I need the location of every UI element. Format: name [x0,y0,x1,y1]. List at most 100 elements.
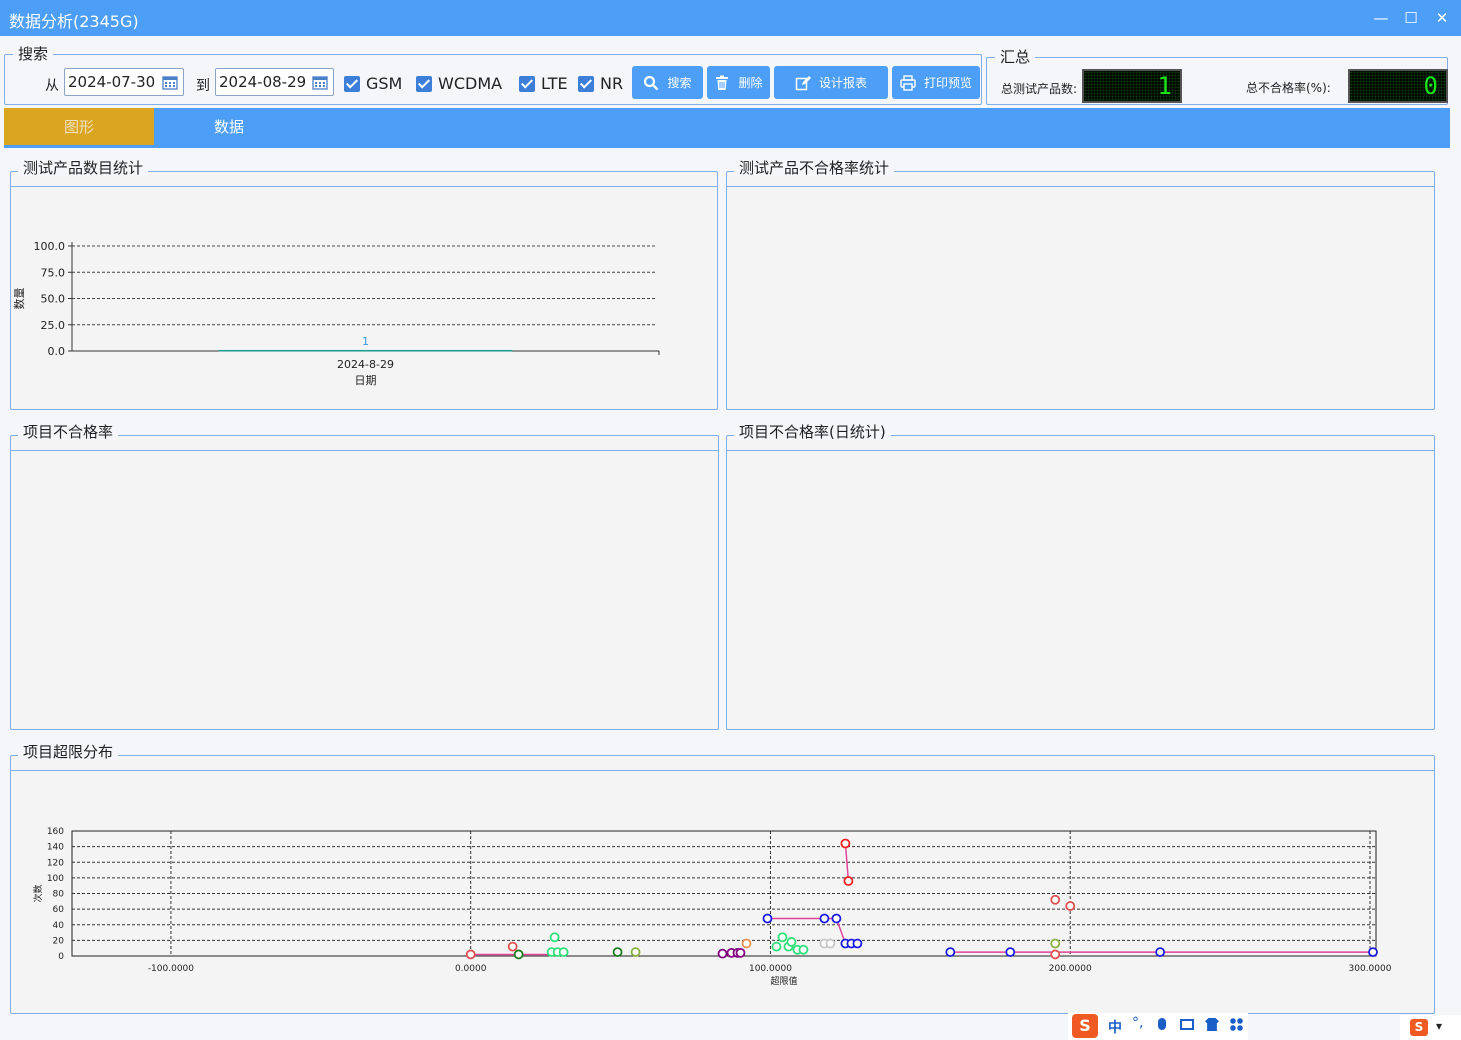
print-preview-button-label: 打印预览 [923,76,972,90]
sogou-logo-icon[interactable]: S [1072,1014,1098,1038]
window-title: 数据分析(2345G) [9,12,139,31]
checkbox-lte[interactable]: LTE [519,74,568,93]
calendar-icon[interactable] [162,74,178,90]
design-report-button-label: 设计报表 [818,76,867,90]
x-axis-label: 日期 [355,374,377,387]
keyboard-icon[interactable] [1180,1019,1194,1030]
design-report-button[interactable]: 设计报表 [774,66,888,99]
scatter-point [762,913,773,924]
delete-button[interactable]: 删除 [707,66,770,99]
sogou-tray-icon[interactable]: S [1410,1019,1428,1036]
overlimit-chart: 0 20 40 60 80 100 120 140 160 -100.0000 0.0000 100.… [32,827,1392,987]
delete-button-label: 删除 [738,76,763,90]
total-products-label: 总测试产品数: [1001,82,1078,96]
y-tick-label: 0.0 [48,345,66,358]
skin-icon[interactable] [1205,1018,1219,1031]
scatter-point [831,913,842,924]
x-tick-label: -100.0000 [148,964,194,974]
total-products-display: 1 [1082,69,1182,103]
fail-rate-frame [726,171,1435,410]
fail-rate-title: 测试产品不合格率统计 [734,160,895,176]
ime-toolbar: S 中 °, [1068,1013,1248,1040]
y-axis-label: 次数 [32,884,44,902]
tray-chevron-icon[interactable]: ▾ [1436,1019,1442,1033]
checkbox-checked-icon [416,75,432,92]
maximize-button[interactable]: ☐ [1399,6,1423,30]
scatter-point [843,876,854,886]
checkbox-label: WCDMA [438,74,503,93]
punctuation-icon[interactable]: °, [1132,1015,1143,1031]
scatter-point [1065,901,1076,911]
toolbox-icon[interactable] [1230,1018,1243,1031]
total-products-value: 1 [1157,72,1172,100]
item-fail-frame [10,435,719,730]
y-axis-label: 数量 [13,288,26,310]
to-date-picker[interactable]: 2024-08-29 [215,68,334,96]
x-tick-label: 2024-8-29 [337,358,394,371]
checkbox-wcdma[interactable]: WCDMA [416,74,502,93]
search-icon [644,75,659,90]
scatter-point [771,941,782,952]
y-tick-label: 60 [53,905,65,915]
scatter-point [465,949,476,960]
chinese-mode-icon[interactable]: 中 [1108,1017,1122,1037]
scatter-point [798,944,809,955]
checkbox-checked-icon [519,75,535,92]
total-fail-rate-label: 总不合格率(%): [1246,81,1331,95]
checkbox-nr[interactable]: NR [578,74,623,93]
minimize-button[interactable]: — [1369,6,1393,30]
product-count-frame: 0.0 25.0 50.0 75.0 100.0 1 2024-8-29 日期 数量 [10,171,718,410]
x-tick-label: 100.0000 [749,964,792,974]
scatter-point [612,947,623,957]
scatter-point [1155,947,1166,957]
trash-icon [716,75,729,90]
tab-graph[interactable]: 图形 [4,108,154,145]
product-count-title: 测试产品数目统计 [18,160,149,176]
summary-legend: 汇总 [1000,48,1031,66]
scatter-point [549,932,560,943]
scatter-point [1368,947,1378,957]
y-tick-label: 80 [53,890,65,900]
y-tick-label: 75.0 [41,266,66,279]
y-tick-label: 160 [47,827,64,837]
y-tick-label: 100.0 [34,240,66,253]
microphone-icon[interactable] [1158,1018,1166,1030]
close-button[interactable]: ✕ [1430,6,1454,30]
from-date-picker[interactable]: 2024-07-30 [64,68,184,96]
scatter-point [1050,894,1061,905]
title-bar: 数据分析(2345G) — ☐ ✕ [0,0,1461,36]
item-fail-daily-frame [726,435,1435,730]
scatter-point [840,838,851,849]
scatter-point [1050,949,1061,960]
y-tick-label: 25.0 [41,319,66,332]
y-tick-label: 140 [47,843,64,853]
scatter-point [513,949,524,960]
bar-data-label: 1 [362,335,369,348]
total-fail-rate-display: 0 [1348,69,1448,103]
scatter-point [945,947,956,957]
checkbox-checked-icon [344,75,360,92]
checkbox-label: GSM [366,74,403,93]
overlimit-frame: 0 20 40 60 80 100 120 140 160 -100.0000 0.0000 100.… [10,755,1435,1014]
tab-data[interactable]: 数据 [154,108,304,145]
checkbox-label: LTE [541,74,568,93]
printer-icon [900,74,916,91]
scatter-point [735,947,746,958]
print-preview-button[interactable]: 打印预览 [892,66,980,99]
scatter-point [819,913,830,924]
calendar-icon[interactable] [312,74,328,90]
scatter-point [786,937,797,947]
scatter-point [777,932,788,943]
x-axis-label: 超限值 [770,975,797,987]
scatter-point [741,938,752,949]
overlimit-title: 项目超限分布 [18,744,119,760]
x-tick-label: 200.0000 [1049,964,1092,974]
search-button[interactable]: 搜索 [632,66,703,99]
view-tab-bar: 图形 数据 [4,108,1450,148]
checkbox-gsm[interactable]: GSM [344,74,402,93]
checkbox-label: NR [600,74,624,93]
x-tick-label: 300.0000 [1349,964,1392,974]
scatter-point [630,947,641,957]
checkbox-checked-icon [578,75,594,92]
search-button-label: 搜索 [667,76,692,90]
